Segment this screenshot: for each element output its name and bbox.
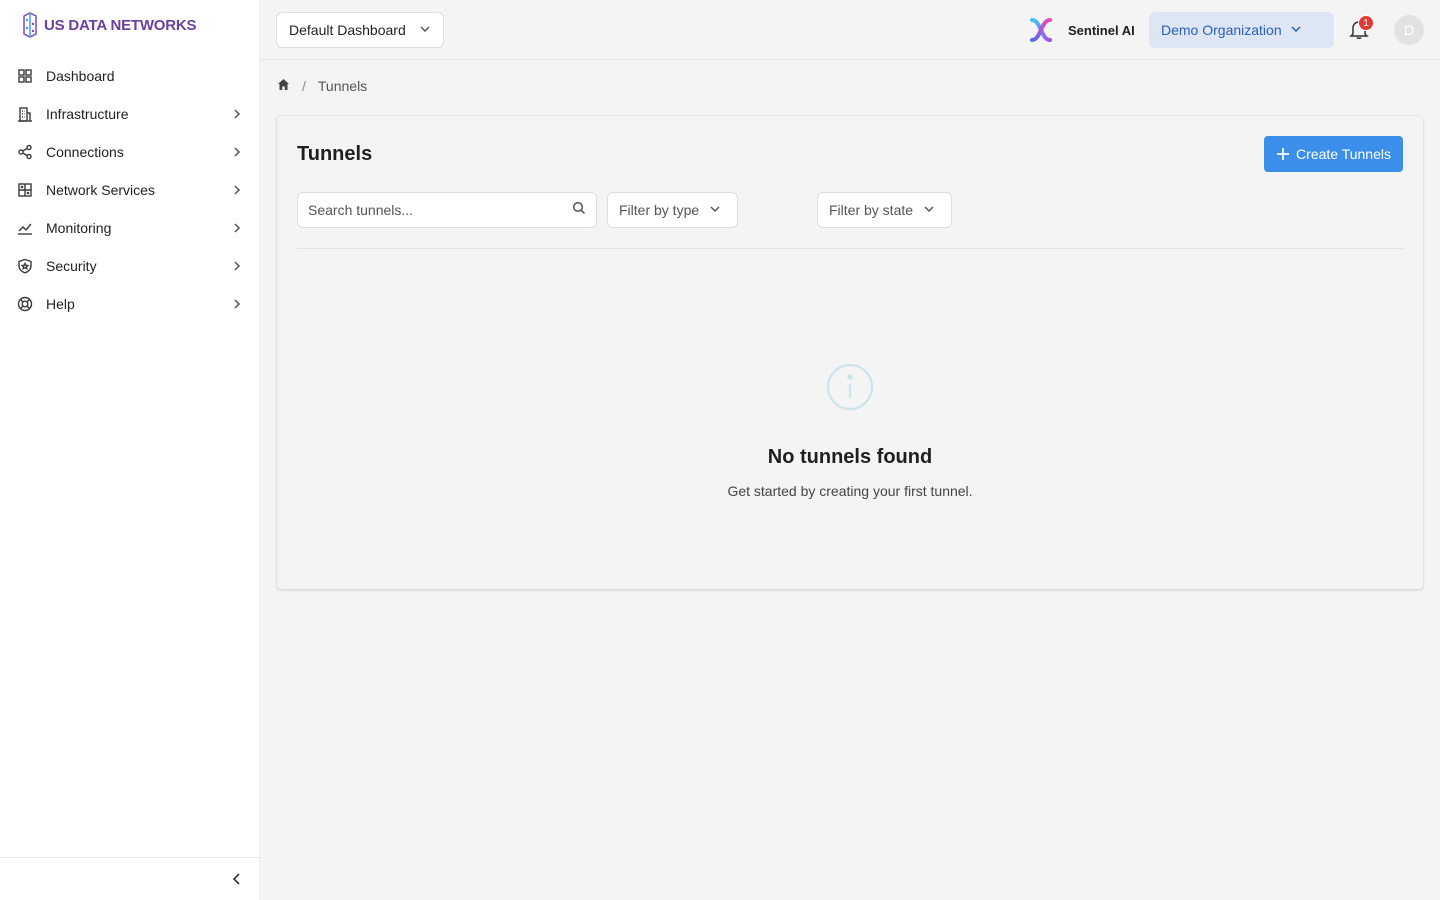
filter-by-state-select[interactable]: Filter by state	[817, 192, 952, 228]
chevron-right-icon	[230, 297, 244, 311]
search-input[interactable]	[308, 202, 572, 218]
sidebar-item-dashboard[interactable]: Dashboard	[0, 57, 260, 95]
collapse-sidebar-button[interactable]	[228, 870, 246, 888]
sidebar-footer	[0, 857, 260, 900]
chevron-right-icon	[230, 259, 244, 273]
page-title: Tunnels	[297, 143, 373, 165]
sentinel-ai-button[interactable]: Sentinel AI	[1028, 16, 1135, 44]
chevron-down-icon	[419, 22, 431, 38]
home-icon[interactable]	[277, 78, 290, 94]
create-tunnels-button[interactable]: Create Tunnels	[1264, 136, 1403, 172]
chevron-right-icon	[230, 107, 244, 121]
chevron-right-icon	[230, 183, 244, 197]
sidebar-item-label: Dashboard	[46, 68, 115, 84]
tunnels-card: Tunnels Create Tunnels Filter by type Fi…	[277, 116, 1423, 589]
brand-name: US DATA NETWORKS	[44, 16, 197, 34]
sidebar-item-label: Connections	[46, 144, 124, 160]
sidebar-item-label: Help	[46, 296, 75, 312]
organization-select-value: Demo Organization	[1161, 22, 1282, 38]
empty-state-subtitle: Get started by creating your first tunne…	[727, 483, 973, 499]
server-grid-icon	[16, 181, 34, 199]
info-circle-icon	[825, 362, 875, 412]
sidebar-item-connections[interactable]: Connections	[0, 133, 260, 171]
user-avatar[interactable]: D	[1394, 15, 1424, 45]
sidebar-item-network-services[interactable]: Network Services	[0, 171, 260, 209]
sidebar-item-label: Monitoring	[46, 220, 112, 236]
sidebar: US DATA NETWORKS Dashboard Infrastructur…	[0, 0, 260, 900]
sidebar-nav: Dashboard Infrastructure Connections Net…	[0, 57, 260, 323]
dashboard-select[interactable]: Default Dashboard	[276, 12, 444, 48]
empty-state-title: No tunnels found	[767, 446, 933, 468]
sentinel-logo-icon	[1030, 18, 1052, 42]
line-chart-icon	[16, 219, 34, 237]
chevron-down-icon	[709, 202, 721, 218]
breadcrumb: / Tunnels	[277, 76, 367, 96]
plus-icon	[1277, 148, 1290, 160]
grid-icon	[16, 67, 34, 85]
sidebar-item-monitoring[interactable]: Monitoring	[0, 209, 260, 247]
chevron-down-icon	[1290, 22, 1302, 38]
search-icon	[572, 201, 586, 220]
filter-by-type-label: Filter by type	[619, 202, 700, 218]
sidebar-item-infrastructure[interactable]: Infrastructure	[0, 95, 260, 133]
sidebar-item-label: Infrastructure	[46, 106, 129, 122]
sidebar-item-security[interactable]: Security	[0, 247, 260, 285]
filter-by-state-label: Filter by state	[829, 202, 914, 218]
search-box	[297, 192, 597, 228]
chevron-left-icon	[232, 873, 240, 885]
share-nodes-icon	[16, 143, 34, 161]
brand-logo[interactable]: US DATA NETWORKS	[20, 10, 197, 40]
create-tunnels-label: Create Tunnels	[1296, 146, 1391, 162]
building-icon	[16, 105, 34, 123]
organization-select[interactable]: Demo Organization	[1149, 12, 1334, 48]
sidebar-item-help[interactable]: Help	[0, 285, 260, 323]
chevron-right-icon	[230, 145, 244, 159]
brand-mark-icon	[23, 12, 37, 38]
sidebar-item-label: Network Services	[46, 182, 155, 198]
dashboard-select-value: Default Dashboard	[289, 22, 406, 38]
chevron-right-icon	[230, 221, 244, 235]
chevron-down-icon	[923, 202, 935, 218]
breadcrumb-current: Tunnels	[317, 78, 368, 94]
top-header: Default Dashboard Sentinel AI Demo Organ…	[260, 0, 1440, 60]
notifications-count-badge: 1	[1358, 15, 1374, 31]
sidebar-item-label: Security	[46, 258, 97, 274]
filter-by-type-select[interactable]: Filter by type	[607, 192, 738, 228]
lifebuoy-icon	[16, 295, 34, 313]
breadcrumb-separator: /	[302, 78, 306, 94]
divider	[297, 248, 1403, 249]
sentinel-ai-label: Sentinel AI	[1068, 22, 1135, 38]
shield-icon	[16, 257, 34, 275]
